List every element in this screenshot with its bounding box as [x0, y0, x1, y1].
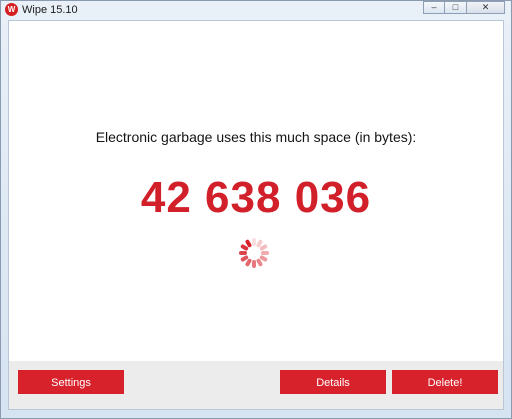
app-window: W Wipe 15.10 – □ ✕ Electronic garbage us…: [0, 0, 512, 419]
window-controls: – □ ✕: [423, 1, 505, 15]
settings-button[interactable]: Settings: [18, 370, 124, 394]
close-icon[interactable]: ✕: [467, 1, 505, 14]
loading-spinner-icon: [239, 238, 269, 268]
action-bar: Settings Details Delete!: [9, 361, 503, 409]
title-bar[interactable]: W Wipe 15.10 – □ ✕: [1, 1, 511, 19]
spinner-segment: [252, 260, 256, 268]
window-title: Wipe 15.10: [22, 4, 78, 16]
maximize-icon[interactable]: □: [445, 1, 467, 14]
app-logo-icon: W: [5, 3, 18, 16]
garbage-size-heading: Electronic garbage uses this much space …: [95, 129, 417, 145]
spinner-segment: [261, 251, 269, 255]
delete-button[interactable]: Delete!: [392, 370, 498, 394]
spinner-segment: [239, 251, 247, 255]
main-panel: Electronic garbage uses this much space …: [8, 20, 504, 410]
minimize-icon[interactable]: –: [423, 1, 445, 14]
details-button[interactable]: Details: [280, 370, 386, 394]
garbage-bytes-counter: 42 638 036: [140, 173, 372, 222]
